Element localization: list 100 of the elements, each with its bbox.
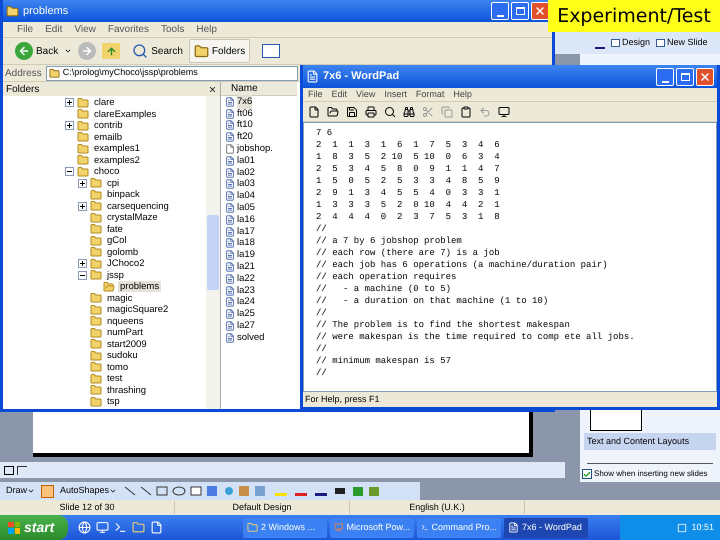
maximize-button[interactable] [511,2,529,20]
file-name[interactable]: la04 [237,189,255,204]
normal-view-icon[interactable] [4,466,14,474]
document-area[interactable] [303,122,717,392]
tree-item[interactable]: tomo [105,362,130,373]
start-button[interactable]: start [0,515,68,540]
file-name[interactable]: la19 [237,248,255,262]
checkbox[interactable] [582,469,592,479]
sorter-view-icon[interactable] [17,466,27,474]
menu-item[interactable]: View [74,22,96,37]
tree-item[interactable]: contrib [92,120,125,132]
terminal-icon[interactable] [114,521,127,534]
menu-item[interactable]: File [17,22,34,37]
file-name[interactable]: la21 [237,260,255,274]
insert-datetime-icon[interactable] [498,106,510,118]
menu-item[interactable]: Edit [45,22,62,37]
paste-icon[interactable] [460,106,472,118]
file-name[interactable]: la01 [237,154,255,168]
minimize-button[interactable] [491,2,509,20]
file-icon[interactable] [150,521,163,534]
file-name[interactable]: jobshop. [237,142,273,156]
taskbar-button[interactable]: Command Pro... [417,518,501,538]
menu-item[interactable]: File [308,88,323,102]
tree-item[interactable]: golomb [105,246,140,258]
toolbar-button[interactable]: Design [611,36,650,50]
find-icon[interactable] [403,106,415,118]
tree-item[interactable]: clare [92,97,117,108]
tree-item[interactable]: sudoku [105,350,140,362]
taskbar-button[interactable]: 2 Windows ... [243,518,327,538]
collapse-toggle[interactable] [65,167,74,176]
tree-item[interactable]: thrashing [105,384,148,396]
save-icon[interactable] [346,106,358,118]
tree-item[interactable]: jssp [105,270,126,281]
new-document-icon[interactable] [308,106,320,118]
column-header[interactable]: Name [221,82,297,96]
tree-item[interactable]: clareExamples [92,108,158,120]
file-name[interactable]: solved [237,330,264,345]
browser-icon[interactable] [78,521,91,534]
tree-item[interactable]: magic [105,292,134,304]
close-icon[interactable] [208,84,217,94]
file-name[interactable]: la03 [237,177,255,192]
menu-item[interactable]: Format [416,88,444,102]
file-name[interactable]: la23 [237,284,255,298]
up-folder-icon[interactable] [102,43,120,59]
maximize-button[interactable] [676,68,694,86]
taskbar-button[interactable]: Microsoft Pow... [330,518,414,538]
print-preview-icon[interactable] [384,106,396,118]
tree-item[interactable]: emailb [92,132,124,143]
menu-item[interactable]: Tools [160,22,184,37]
file-name[interactable]: ft20 [237,130,253,144]
file-name[interactable]: la24 [237,295,255,310]
tree-item[interactable]: nqueens [105,316,146,327]
file-name[interactable]: ft06 [237,106,253,121]
file-name[interactable]: la05 [237,200,255,216]
file-name[interactable]: la27 [237,318,255,334]
file-name[interactable]: la18 [237,236,255,251]
select-tool-icon[interactable] [41,484,54,498]
scrollbar[interactable] [206,96,220,409]
tree-item[interactable]: start2009 [105,338,149,350]
expand-toggle[interactable] [65,98,74,108]
address-field[interactable]: C:\prolog\myChoco\jssp\problems [46,66,298,80]
tree-item[interactable]: crystalMaze [105,212,160,224]
close-button[interactable] [696,68,714,86]
tree-item[interactable]: fate [105,224,125,235]
menu-item[interactable]: Insert [384,88,407,102]
toolbar-button[interactable]: New Slide [656,36,708,50]
menu-item[interactable]: View [356,88,376,102]
expand-toggle[interactable] [78,259,87,268]
file-name[interactable]: ft10 [237,118,253,133]
file-name[interactable]: 7x6 [237,94,252,110]
tree-item[interactable]: JChoco2 [105,258,146,270]
tree-item[interactable]: cpi [105,178,122,189]
autoshapes-menu[interactable]: AutoShapes [60,484,118,498]
file-name[interactable]: la02 [237,166,255,180]
tree-item[interactable]: test [105,373,124,384]
folder-icon[interactable] [132,521,145,534]
file-name[interactable]: la22 [237,272,255,286]
tree-item[interactable]: magicSquare2 [105,304,170,316]
search-button[interactable]: Search [132,43,183,59]
desktop-icon[interactable] [96,521,109,534]
views-icon[interactable] [262,44,280,58]
tree-item[interactable]: gCol [105,235,129,246]
tree-item[interactable]: numPart [105,327,145,338]
tree-item[interactable]: examples2 [92,154,142,166]
tray-icon[interactable] [677,522,688,532]
print-icon[interactable] [365,106,377,118]
menu-item[interactable]: Favorites [108,22,149,37]
file-name[interactable]: la25 [237,307,255,322]
menu-item[interactable]: Edit [332,88,348,102]
collapse-toggle[interactable] [78,270,87,280]
menu-item[interactable]: Help [453,88,472,102]
expand-toggle[interactable] [78,202,87,211]
menu-item[interactable]: Help [196,22,217,37]
file-name[interactable]: la17 [237,224,255,239]
close-button[interactable] [531,2,549,20]
tree-item[interactable]: binpack [105,189,142,200]
expand-toggle[interactable] [78,178,87,188]
draw-menu[interactable]: Draw [6,484,36,498]
taskbar-button[interactable]: 7x6 - WordPad [504,518,588,538]
back-button[interactable]: Back [15,42,58,60]
